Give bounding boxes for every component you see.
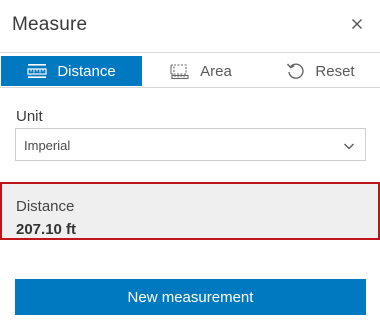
result-label: Distance — [16, 198, 75, 215]
unit-select[interactable]: Imperial — [15, 128, 366, 161]
tab-distance[interactable]: Distance — [1, 56, 142, 86]
new-measurement-button[interactable]: New measurement — [15, 279, 366, 315]
tab-reset[interactable]: Reset — [260, 56, 380, 86]
chevron-down-icon — [343, 139, 355, 157]
unit-label: Unit — [16, 108, 43, 125]
tab-distance-label: Distance — [57, 62, 116, 80]
panel-header: Measure — [0, 0, 380, 52]
ruler-distance-icon — [27, 63, 47, 79]
measure-tabs: Distance Area Reset — [0, 52, 380, 88]
distance-result-panel: Distance 207.10 ft — [0, 182, 380, 240]
tab-area-label: Area — [200, 62, 232, 80]
close-button[interactable] — [348, 15, 366, 33]
tab-area[interactable]: Area — [142, 56, 260, 86]
result-value: 207.10 ft — [16, 221, 77, 238]
panel-title: Measure — [12, 14, 88, 35]
tab-reset-label: Reset — [315, 62, 355, 80]
area-measure-icon — [170, 62, 190, 80]
reset-icon — [285, 61, 305, 81]
close-icon — [352, 19, 362, 29]
unit-select-value: Imperial — [24, 138, 71, 153]
